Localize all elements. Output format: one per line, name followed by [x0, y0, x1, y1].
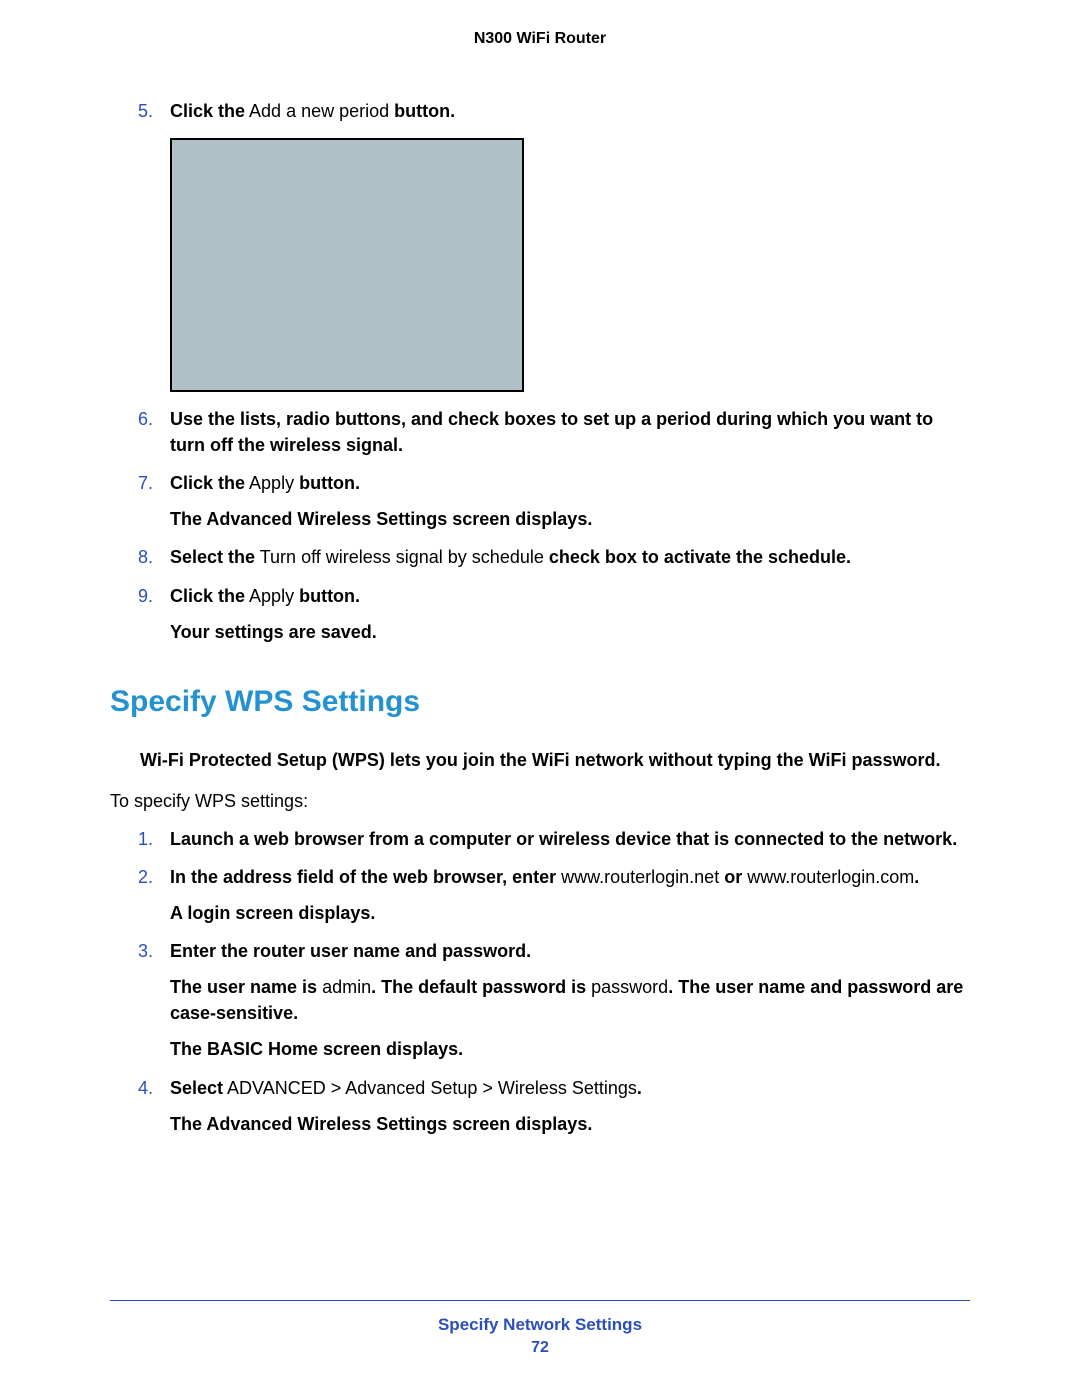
step-number: 3. — [138, 938, 153, 964]
wps-step-4: 4. Select ADVANCED > Advanced Setup > Wi… — [110, 1075, 970, 1137]
step-text: Apply — [245, 586, 299, 606]
step-number: 8. — [138, 544, 153, 570]
step-text-bold: button. — [299, 586, 360, 606]
step-9: 9. Click the Apply button. Your settings… — [110, 583, 970, 645]
step-7: 7. Click the Apply button. The Advanced … — [110, 470, 970, 532]
footer-page-number: 72 — [110, 1339, 970, 1357]
steps-list-wps: 1. Launch a web browser from a computer … — [110, 826, 970, 1137]
step-text-bold: The user name is — [170, 977, 317, 997]
step-text: ADVANCED > Advanced Setup > Wireless Set… — [223, 1078, 637, 1098]
step-text: password — [591, 977, 668, 997]
step-text-bold: . — [637, 1078, 642, 1098]
wps-step-2: 2. In the address field of the web brows… — [110, 864, 970, 926]
step-text-bold: or — [719, 867, 747, 887]
step-number: 7. — [138, 470, 153, 496]
section-lead: To specify WPS settings: — [110, 791, 970, 812]
step-text-bold: check box to activate the schedule. — [549, 547, 851, 567]
section-intro: Wi-Fi Protected Setup (WPS) lets you joi… — [140, 747, 970, 773]
step-text-bold: . — [914, 867, 919, 887]
step-text-bold: Click the — [170, 101, 245, 121]
page-footer: Specify Network Settings 72 — [110, 1300, 970, 1357]
step-6: 6. Use the lists, radio buttons, and che… — [110, 406, 970, 458]
step-number: 9. — [138, 583, 153, 609]
step-text-bold: In the address field of the web browser, — [170, 867, 507, 887]
step-text-bold: . The default password is — [371, 977, 591, 997]
step-text-bold: Use the lists, radio buttons, and check … — [170, 409, 933, 455]
step-text-bold: . — [668, 977, 678, 997]
wps-step-3: 3. Enter the router user name and passwo… — [110, 938, 970, 1062]
section-heading-wps: Specify WPS Settings — [110, 685, 970, 719]
step-text-bold: Click the — [170, 473, 245, 493]
wps-step-1: 1. Launch a web browser from a computer … — [110, 826, 970, 852]
step-number: 6. — [138, 406, 153, 432]
step-text-bold: Enter the router user name and password. — [170, 941, 531, 961]
step-text: www.routerlogin.net — [561, 867, 719, 887]
step-text-bold: Click the — [170, 586, 245, 606]
footer-section-title: Specify Network Settings — [110, 1315, 970, 1335]
page-header-title: N300 WiFi Router — [110, 30, 970, 48]
step-substep: The user name is admin. The default pass… — [170, 974, 970, 1026]
step-number: 1. — [138, 826, 153, 852]
step-text-bold: Select — [170, 1078, 223, 1098]
steps-list-continued: 5. Click the Add a new period button. 6.… — [110, 98, 970, 645]
step-substep: Your settings are saved. — [170, 619, 970, 645]
step-text: Turn off wireless signal by schedule — [255, 547, 549, 567]
step-substep: The Advanced Wireless Settings screen di… — [170, 506, 970, 532]
step-text: Add a new period — [245, 101, 394, 121]
step-text-bold: enter — [507, 867, 561, 887]
page-content: 5. Click the Add a new period button. 6.… — [110, 98, 970, 1137]
step-number: 5. — [138, 98, 153, 124]
step-5: 5. Click the Add a new period button. — [110, 98, 970, 392]
step-substep: The Advanced Wireless Settings screen di… — [170, 1111, 970, 1137]
step-substep: The BASIC Home screen displays. — [170, 1036, 970, 1062]
step-number: 4. — [138, 1075, 153, 1101]
document-page: N300 WiFi Router 5. Click the Add a new … — [0, 0, 1080, 1397]
step-substep: A login screen displays. — [170, 900, 970, 926]
figure-placeholder — [170, 138, 524, 392]
step-text: admin — [317, 977, 371, 997]
step-text-bold: button. — [299, 473, 360, 493]
step-text: Apply — [245, 473, 299, 493]
step-text-bold: Launch a web browser from a computer or … — [170, 829, 957, 849]
step-text: www.routerlogin.com — [747, 867, 914, 887]
step-text-bold: Select the — [170, 547, 255, 567]
step-text-bold: button. — [394, 101, 455, 121]
step-number: 2. — [138, 864, 153, 890]
step-8: 8. Select the Turn off wireless signal b… — [110, 544, 970, 570]
